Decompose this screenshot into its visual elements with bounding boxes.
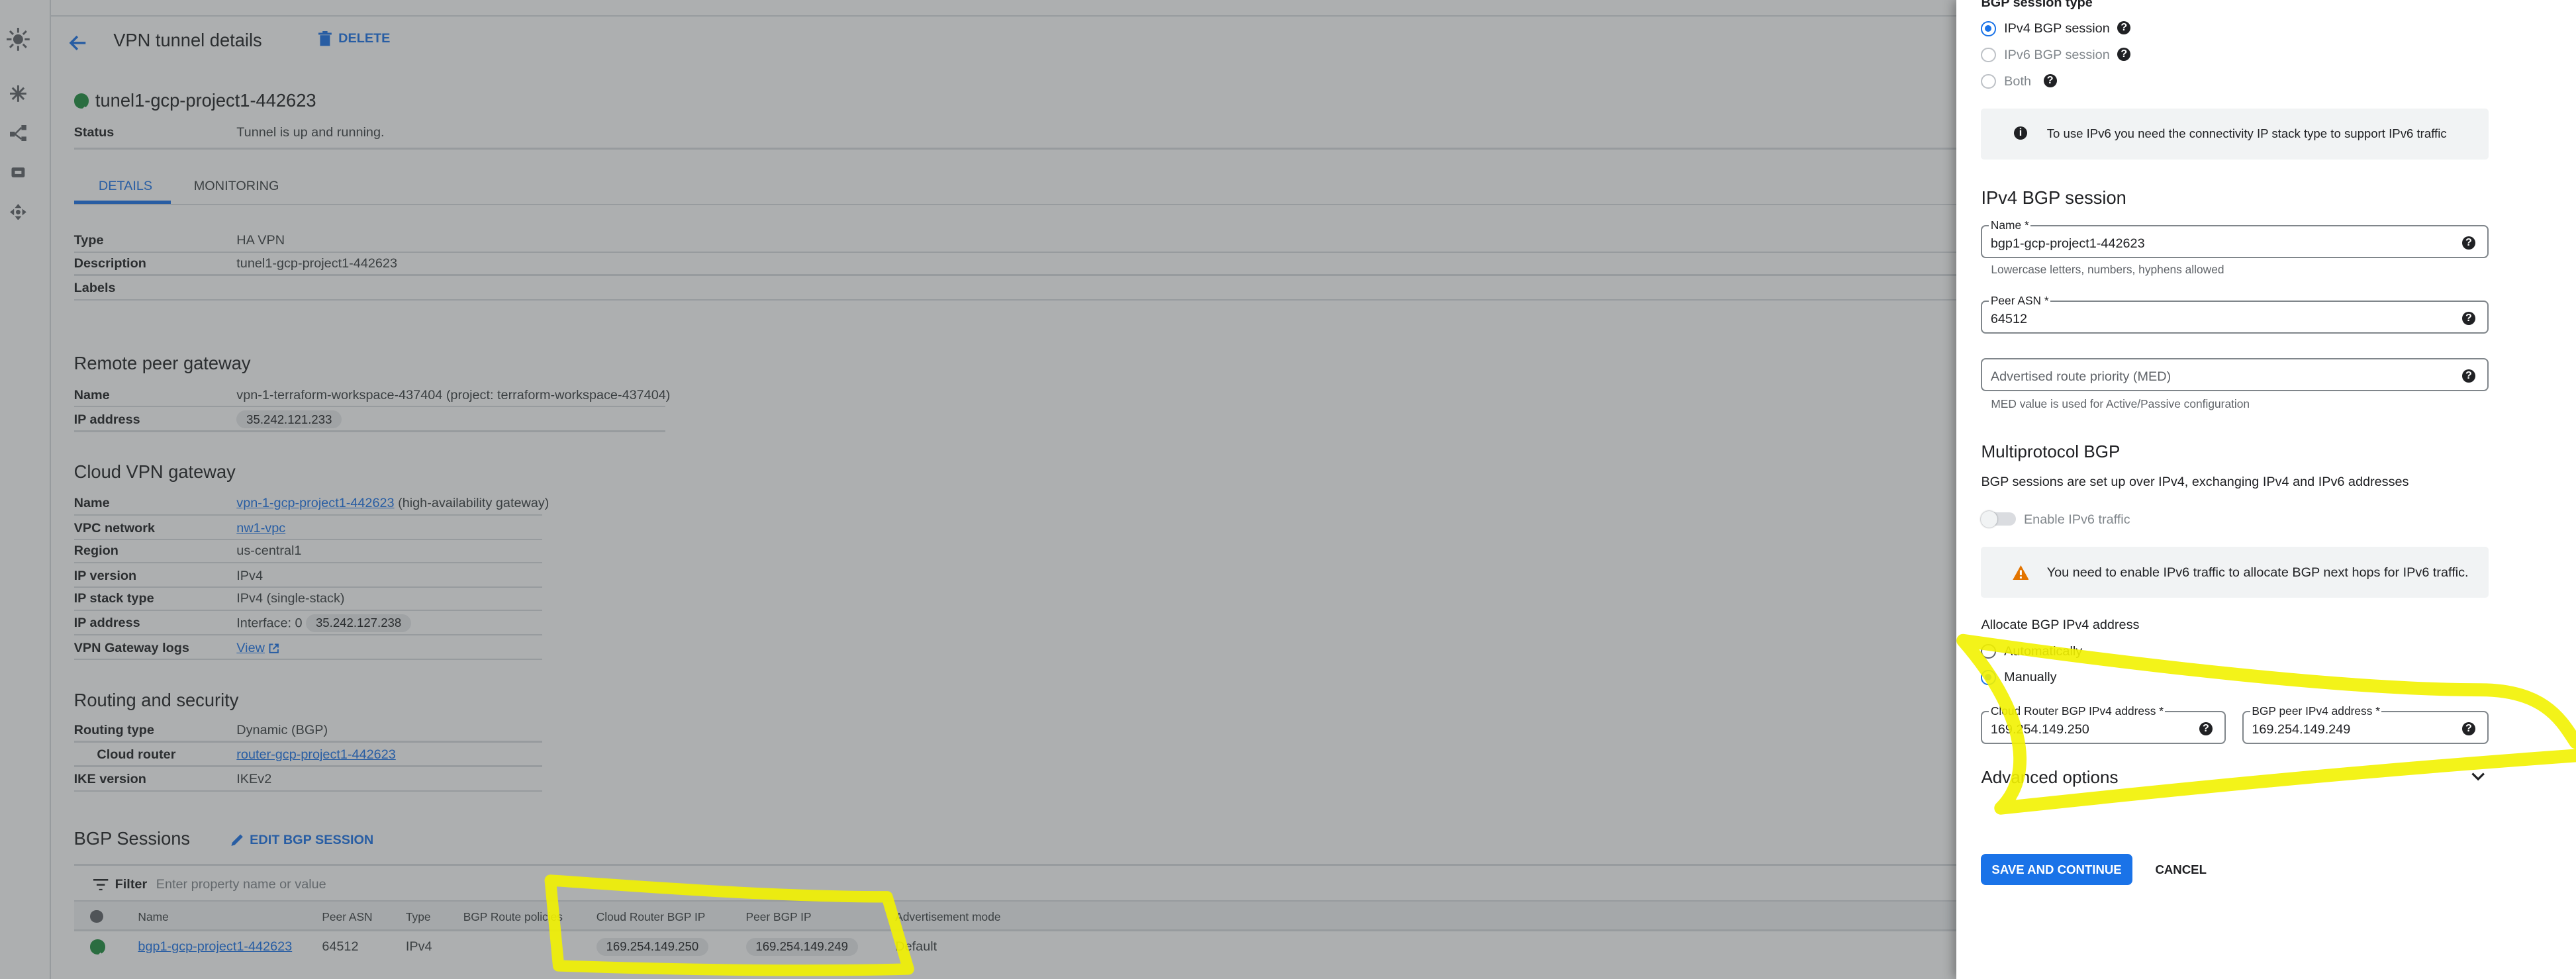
highlight-bgp-table bbox=[544, 874, 914, 976]
highlight-annotations bbox=[544, 633, 2576, 976]
highlight-manual-ips bbox=[1956, 633, 2576, 815]
